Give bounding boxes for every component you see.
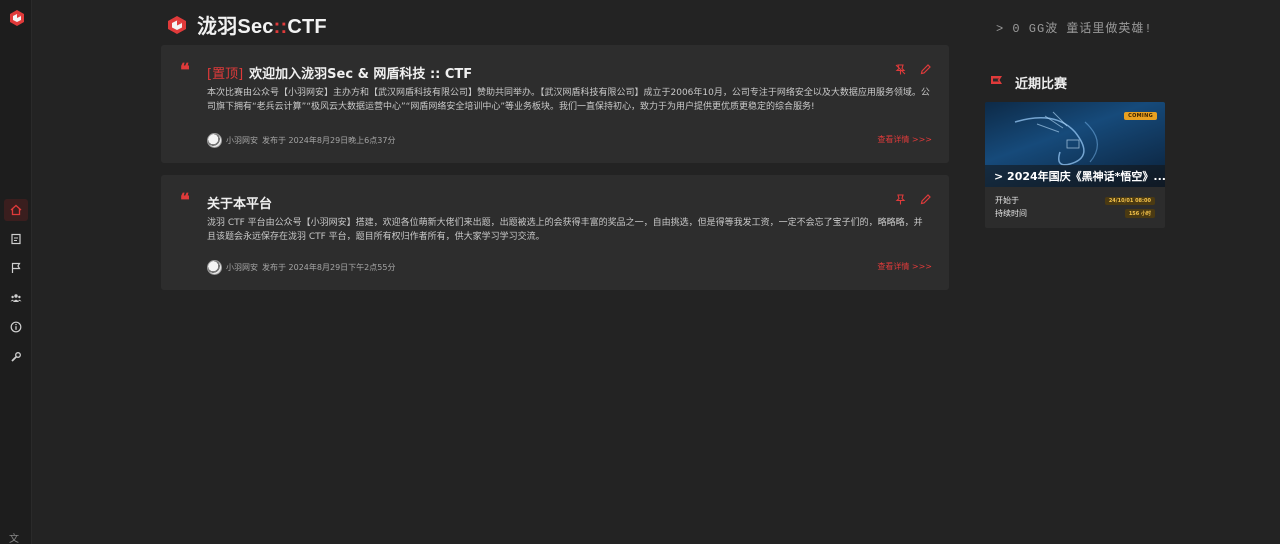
flag-icon (11, 262, 21, 273)
announcement-meta: 小羽网安 发布于 2024年8月29日晚上6点37分 (207, 133, 395, 148)
avatar (207, 260, 222, 275)
post-time: 发布于 2024年8月29日下午2点55分 (262, 263, 396, 272)
competition-banner: COMING > 2024年国庆《黑神话*悟空》... (985, 102, 1165, 187)
info-icon (10, 321, 22, 333)
team-icon (10, 294, 22, 302)
edit-icon[interactable] (919, 193, 932, 206)
start-label: 开始于 (995, 196, 1019, 205)
announcement-body: 泷羽 CTF 平台由公众号【小羽网安】搭建，欢迎各位萌新大佬们来出题，出题被选上… (207, 218, 923, 242)
red-flag-icon (991, 76, 1002, 90)
motto-text: > 0 GG波 童话里做英雄! (996, 22, 1153, 36)
post-time: 发布于 2024年8月29日晚上6点37分 (262, 136, 396, 145)
upcoming-section-title: 近期比赛 (988, 73, 1067, 92)
view-detail-link[interactable]: 查看详情 >>> (877, 134, 932, 145)
nav-about[interactable] (4, 316, 28, 338)
quote-icon: ❝ (180, 190, 190, 211)
announcement-card: ❝ [置顶] 欢迎加入泷羽Sec & 网盾科技 :: CTF 本次比赛由公众号【小… (161, 45, 949, 163)
start-time-row: 开始于 24/10/01 08:00 (995, 195, 1155, 206)
brand-logo-icon (168, 15, 186, 34)
nav-teams[interactable] (4, 287, 28, 309)
nav-home[interactable] (4, 199, 28, 221)
competition-card[interactable]: COMING > 2024年国庆《黑神话*悟空》... 开始于 24/10/01… (985, 102, 1165, 228)
pinned-tag: [置顶] (207, 67, 244, 82)
announcement-title: 关于本平台 (207, 197, 273, 212)
duration-row: 持续时间 156 小时 (995, 208, 1155, 219)
announcement-meta: 小羽网安 发布于 2024年8月29日下午2点55分 (207, 260, 395, 275)
competition-title: > 2024年国庆《黑神话*悟空》... (985, 165, 1165, 187)
announcement-card: ❝ 关于本平台 泷羽 CTF 平台由公众号【小羽网安】搭建，欢迎各位萌新大佬们来… (161, 175, 949, 290)
author-name: 小羽网安 (226, 263, 258, 272)
home-icon (10, 204, 22, 216)
avatar (207, 133, 222, 148)
language-toggle[interactable]: 文 (9, 530, 19, 544)
side-rail: 文 (0, 0, 32, 544)
duration-value: 156 小时 (1124, 209, 1155, 218)
coming-badge: COMING (1124, 112, 1157, 120)
start-value: 24/10/01 08:00 (1104, 196, 1155, 205)
brand[interactable]: 泷羽Sec::CTF (165, 10, 327, 39)
notice-icon (11, 233, 21, 245)
announcement-body: 本次比赛由公众号【小羽网安】主办方和【武汉网盾科技有限公司】赞助共同举办。【武汉… (207, 88, 930, 112)
site-logo-icon[interactable] (7, 8, 27, 28)
quote-icon: ❝ (180, 60, 190, 81)
wrench-icon (11, 352, 21, 362)
nav-challenges[interactable] (4, 257, 28, 279)
nav-notice[interactable] (4, 228, 28, 250)
view-detail-link[interactable]: 查看详情 >>> (877, 261, 932, 272)
brand-name: 泷羽Sec::CTF (197, 16, 327, 38)
announcement-title: [置顶] 欢迎加入泷羽Sec & 网盾科技 :: CTF (207, 67, 473, 82)
duration-label: 持续时间 (995, 209, 1027, 218)
nav-tools[interactable] (4, 346, 28, 368)
edit-icon[interactable] (919, 63, 932, 76)
unpin-icon[interactable] (894, 63, 907, 76)
author-name: 小羽网安 (226, 136, 258, 145)
pin-icon[interactable] (894, 193, 907, 206)
